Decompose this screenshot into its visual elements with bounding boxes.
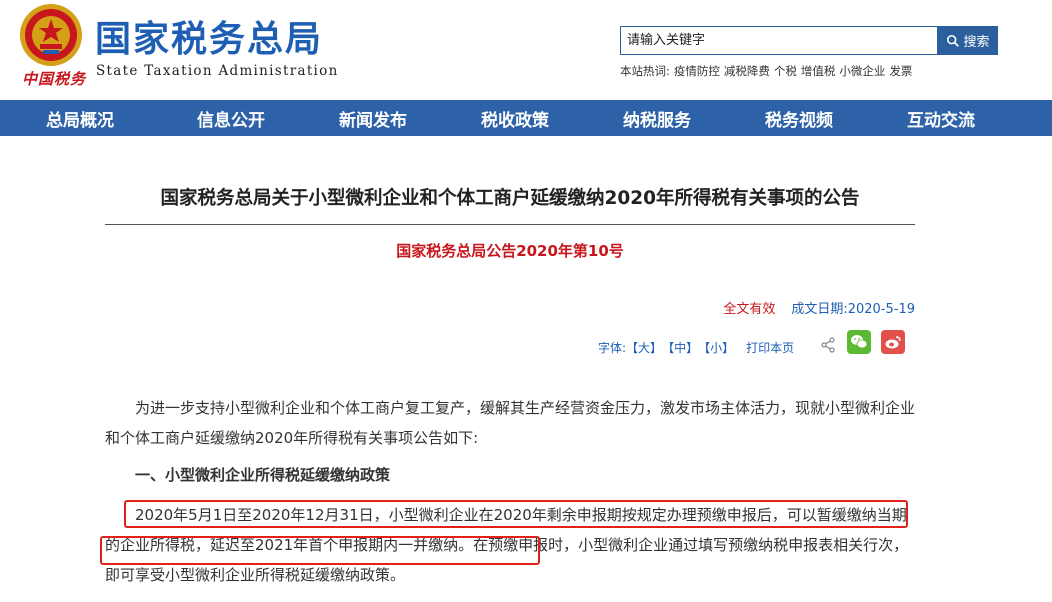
national-emblem-icon	[20, 4, 82, 66]
site-title-english: State Taxation Administration	[96, 63, 339, 79]
hot-word[interactable]: 增值税	[801, 63, 836, 79]
nav-item-service[interactable]: 纳税服务	[586, 100, 728, 136]
search-button-label: 搜索	[963, 35, 990, 50]
wechat-icon[interactable]	[847, 330, 871, 354]
brand-script-logo: 中国税务	[22, 70, 87, 88]
nav-item-news[interactable]: 新闻发布	[302, 100, 444, 136]
print-button[interactable]: 打印本页	[746, 339, 794, 356]
search-button[interactable]: 搜索	[938, 26, 998, 55]
article-subtitle: 国家税务总局公告2020年第10号	[396, 242, 624, 260]
share-icon[interactable]	[820, 337, 836, 353]
site-header: 中国税务 国家税务总局 State Taxation Administratio…	[0, 0, 1052, 100]
search-input[interactable]	[621, 27, 937, 54]
nav-item-overview[interactable]: 总局概况	[0, 100, 160, 136]
font-large-button[interactable]: 【大】	[626, 339, 662, 356]
paragraph-intro: 为进一步支持小型微利企业和个体工商户复工复产，缓解其生产经营资金压力，激发市场主…	[105, 399, 916, 447]
title-divider	[105, 224, 915, 225]
hot-word[interactable]: 发票	[889, 63, 912, 79]
hot-word[interactable]: 疫情防控	[674, 63, 720, 79]
font-size-label: 字体:	[598, 340, 627, 355]
hot-word[interactable]: 小微企业	[839, 63, 885, 79]
font-medium-button[interactable]: 【中】	[662, 339, 698, 356]
hot-words-label: 本站热词:	[620, 64, 670, 78]
section-heading: 一、小型微利企业所得税延缓缴纳政策	[135, 466, 391, 484]
article-date: 成文日期:2020-5-19	[791, 302, 915, 317]
nav-item-video[interactable]: 税务视频	[728, 100, 870, 136]
search-box	[620, 26, 938, 55]
nav-item-info[interactable]: 信息公开	[160, 100, 302, 136]
font-small-button[interactable]: 【小】	[698, 339, 734, 356]
site-title[interactable]: 国家税务总局	[95, 18, 323, 62]
main-nav: 总局概况 信息公开 新闻发布 税收政策 纳税服务 税务视频 互动交流	[0, 100, 1052, 136]
nav-item-policy[interactable]: 税收政策	[444, 100, 586, 136]
paragraph-policy-text: 2020年5月1日至2020年12月31日，小型微利企业在2020年剩余申报期按…	[105, 506, 909, 584]
validity-status: 全文有效	[723, 302, 776, 317]
search-icon	[947, 34, 960, 47]
article-meta: 全文有效 成文日期:2020-5-19	[723, 298, 915, 317]
article-title: 国家税务总局关于小型微利企业和个体工商户延缓缴纳2020年所得税有关事项的公告	[160, 188, 860, 209]
nav-item-interaction[interactable]: 互动交流	[870, 100, 1012, 136]
paragraph-policy: 2020年5月1日至2020年12月31日，小型微利企业在2020年剩余申报期按…	[105, 500, 917, 590]
hot-words: 本站热词: 疫情防控 减税降费 个税 增值税 小微企业 发票	[620, 63, 912, 79]
weibo-icon[interactable]	[881, 330, 905, 354]
article-tools: 字体: 【大】 【中】 【小】 打印本页	[598, 338, 794, 356]
hot-word[interactable]: 个税	[774, 63, 797, 79]
hot-word[interactable]: 减税降费	[724, 63, 770, 79]
